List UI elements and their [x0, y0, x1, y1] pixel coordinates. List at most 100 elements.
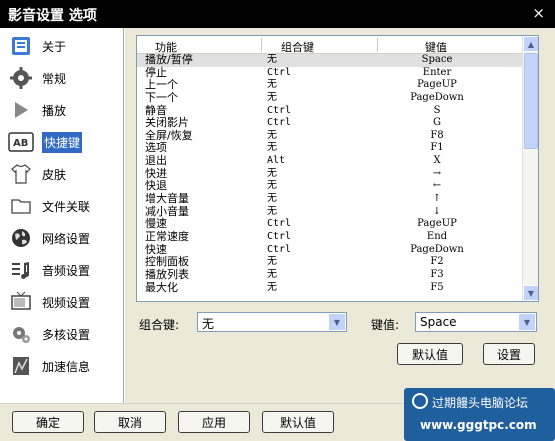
cell-combo: 无: [267, 54, 277, 65]
watermark-logo-icon: [412, 393, 428, 409]
cell-function: 下一个: [145, 90, 178, 104]
cell-key: PageUP: [417, 79, 457, 91]
cell-function: 播放列表: [145, 267, 189, 281]
ok-button[interactable]: 确定: [12, 411, 84, 433]
cell-key: F2: [430, 256, 444, 268]
window-title: 影音设置 选项: [8, 8, 97, 24]
chevron-down-icon[interactable]: ▼: [329, 314, 345, 330]
sidebar-item-label: 播放: [42, 103, 67, 118]
column-divider[interactable]: [377, 38, 378, 52]
cell-function: 退出: [145, 154, 167, 168]
sidebar-item-label: 文件关联: [42, 199, 91, 214]
table-row[interactable]: 控制面板 无 F2: [137, 256, 523, 269]
sidebar-item-label: 网络设置: [42, 231, 91, 246]
table-row[interactable]: 关闭影片 Ctrl G: [137, 117, 523, 130]
cell-combo: Ctrl: [267, 66, 292, 78]
cell-key: F8: [430, 129, 444, 141]
sidebar-item-label: 关于: [42, 39, 67, 54]
table-row[interactable]: 快退无 ←: [137, 180, 523, 193]
defaults-button[interactable]: 默认值: [262, 411, 334, 433]
cell-key: ←: [432, 180, 442, 192]
table-row[interactable]: 停止 Ctrl Enter: [137, 66, 523, 80]
accelerate-icon: [8, 353, 34, 379]
cell-combo: 无: [267, 205, 277, 217]
table-row[interactable]: 全屏/恢复无 F8: [137, 129, 523, 143]
table-row[interactable]: 增大音量 无 ↑: [137, 192, 523, 206]
table-row[interactable]: 下一个 无 PageDown: [137, 90, 523, 105]
table-row[interactable]: 快速 Ctrl PageDown: [137, 243, 523, 257]
sidebar-item-about[interactable]: 关于: [8, 32, 122, 60]
sidebar-item-label: 音频设置: [42, 263, 91, 278]
table-row[interactable]: 上一个无 PageUP: [137, 79, 523, 92]
about-icon: [8, 33, 34, 59]
audio-icon: [8, 257, 34, 283]
table-row[interactable]: 正常速度 Ctrl End: [137, 229, 523, 244]
sidebar: 关于 常规 播放 AB 快捷键 皮肤 文件关联 网络设置 音频设置 视频设置 多…: [0, 28, 124, 403]
cell-combo: 无: [267, 91, 277, 103]
sidebar-item-playback[interactable]: 播放: [8, 96, 122, 124]
key-value-value: Space: [420, 315, 457, 329]
folder-icon: [8, 193, 34, 219]
apply-button[interactable]: 应用: [178, 411, 250, 433]
sidebar-item-network[interactable]: 网络设置: [8, 224, 122, 252]
scroll-up-icon[interactable]: ▲: [523, 36, 538, 52]
keyboard-ab-icon: AB: [8, 129, 34, 155]
table-row[interactable]: 退出 Alt X: [137, 154, 523, 168]
table-row[interactable]: 最大化 无 F5: [137, 280, 523, 295]
cell-combo: 无: [267, 281, 277, 293]
hotkey-set-button[interactable]: 设置: [483, 343, 535, 365]
hotkey-rows: 播放/暂停无 Space 停止 Ctrl Enter 上一个无 PageUP 下一个无 Page…: [137, 53, 523, 295]
combo-key-select[interactable]: 无 ▼: [197, 312, 347, 332]
table-row[interactable]: 慢速 Ctrl PageUP: [137, 218, 523, 231]
sidebar-item-skin[interactable]: 皮肤: [8, 160, 122, 188]
cell-function: 播放/暂停: [145, 53, 193, 66]
column-header-key[interactable]: 键值: [425, 39, 447, 55]
cell-key: End: [426, 230, 448, 242]
sidebar-item-file-assoc[interactable]: 文件关联: [8, 192, 122, 220]
close-icon[interactable]: ×: [532, 4, 545, 22]
sidebar-item-hotkeys[interactable]: AB 快捷键: [8, 128, 122, 156]
vertical-scrollbar[interactable]: ▲ ▼: [522, 36, 538, 301]
hotkeys-panel: 功能 组合键 键值 播放/暂停无 Space 停止 Ctrl Enter 上一个无 Page…: [125, 28, 555, 403]
chevron-down-icon[interactable]: ▼: [519, 314, 535, 330]
key-value-select[interactable]: Space ▼: [415, 312, 537, 332]
cell-key: G: [433, 117, 441, 129]
column-divider[interactable]: [261, 38, 262, 52]
hotkey-default-button[interactable]: 默认值: [397, 343, 463, 365]
sidebar-item-audio[interactable]: 音频设置: [8, 256, 122, 284]
scroll-down-icon[interactable]: ▼: [523, 285, 538, 301]
cell-key: Space: [421, 54, 453, 65]
tv-icon: [8, 289, 34, 315]
cell-combo: 无: [267, 142, 277, 154]
sidebar-item-accel[interactable]: 加速信息: [8, 352, 122, 380]
sidebar-item-label: 皮肤: [42, 167, 67, 182]
table-row[interactable]: 减小音量无 ↓: [137, 205, 523, 219]
cell-combo: Ctrl: [267, 243, 292, 255]
sidebar-item-video[interactable]: 视频设置: [8, 288, 122, 316]
table-row[interactable]: 静音 Ctrl S: [137, 104, 523, 118]
scroll-thumb[interactable]: [524, 53, 538, 149]
cell-function: 最大化: [145, 280, 178, 294]
sidebar-item-general[interactable]: 常规: [8, 64, 122, 92]
column-header-combo[interactable]: 组合键: [281, 39, 314, 55]
sidebar-item-multicore[interactable]: 多核设置: [8, 320, 122, 348]
table-row[interactable]: 播放列表 无 F3: [137, 267, 523, 282]
cancel-button[interactable]: 取消: [94, 411, 166, 433]
cell-combo: 无: [267, 79, 277, 91]
sidebar-item-label: 常规: [42, 71, 67, 86]
cell-combo: Alt: [267, 155, 286, 167]
globe-icon: [8, 225, 34, 251]
cell-key: PageDown: [410, 243, 464, 255]
key-value-label: 键值:: [371, 318, 400, 332]
play-icon: [8, 97, 34, 123]
cell-key: F5: [430, 281, 444, 293]
table-row[interactable]: 选项无 F1: [137, 142, 523, 155]
table-row[interactable]: 播放/暂停 无 Space: [137, 53, 523, 67]
cell-function: 增大音量: [145, 192, 189, 206]
table-row[interactable]: 快进无 →: [137, 167, 523, 181]
cell-combo: Ctrl: [267, 104, 292, 116]
combo-key-value: 无: [202, 317, 215, 331]
list-header: 功能 组合键 键值: [137, 36, 523, 54]
hotkey-list[interactable]: 功能 组合键 键值 播放/暂停无 Space 停止 Ctrl Enter 上一个无 Page…: [136, 35, 539, 302]
cell-function: 正常速度: [145, 229, 189, 243]
